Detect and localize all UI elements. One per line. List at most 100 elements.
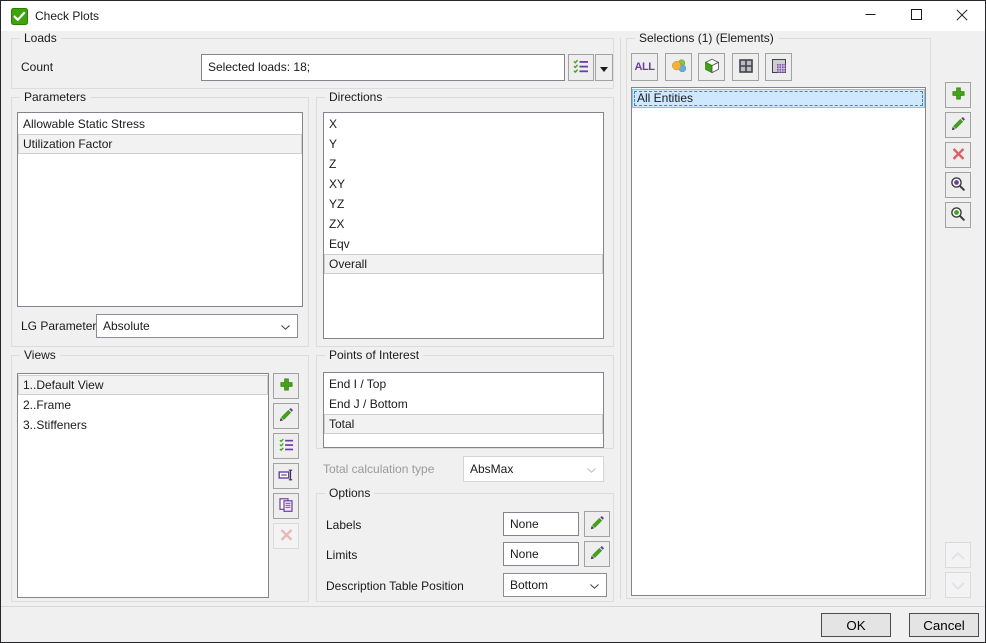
checklist-icon: [279, 437, 294, 455]
total-calculation-type-combo: AbsMax: [463, 456, 604, 482]
cancel-button[interactable]: Cancel: [909, 613, 979, 637]
selections-group-label: Selections (1) (Elements): [635, 31, 778, 46]
chevron-down-icon: [281, 319, 290, 333]
close-button[interactable]: [939, 1, 985, 31]
add-view-button[interactable]: [273, 373, 299, 399]
pencil-icon: [950, 116, 966, 135]
select-by-color-button[interactable]: [665, 53, 692, 81]
count-label: Count: [21, 60, 53, 75]
views-list: 1..Default View 2..Frame 3..Stiffeners: [17, 373, 269, 598]
points-of-interest-list: End I / Top End J / Bottom Total: [323, 372, 604, 448]
pencil-icon: [278, 407, 294, 426]
app-check-icon: [11, 8, 28, 25]
loads-checklist-button[interactable]: [568, 54, 594, 81]
minimize-icon: [865, 9, 876, 23]
parameter-item-selected[interactable]: Utilization Factor: [18, 134, 302, 154]
delete-icon: [951, 146, 966, 164]
parameters-list: Allowable Static Stress Utilization Fact…: [17, 112, 303, 307]
selected-loads-field[interactable]: Selected loads: 18;: [201, 54, 565, 81]
poi-item[interactable]: End I / Top: [324, 374, 603, 394]
delete-selection-button[interactable]: [945, 142, 971, 168]
chevron-down-icon: [590, 578, 599, 592]
rename-view-button[interactable]: [273, 463, 299, 489]
directions-list: X Y Z XY YZ ZX Eqv Overall: [323, 112, 604, 339]
select-window-button[interactable]: [732, 53, 759, 81]
pencil-icon: [589, 515, 605, 534]
delete-view-button: [273, 523, 299, 549]
ok-button[interactable]: OK: [821, 613, 891, 637]
parameter-item[interactable]: Allowable Static Stress: [18, 114, 302, 134]
select-3d-button[interactable]: [698, 53, 725, 81]
direction-item[interactable]: X: [324, 114, 603, 134]
titlebar: Check Plots: [1, 1, 985, 31]
loads-group-label: Loads: [20, 31, 61, 46]
minimize-button[interactable]: [847, 1, 893, 31]
total-calculation-type-value: AbsMax: [470, 462, 513, 476]
pencil-icon: [589, 545, 605, 564]
edit-labels-button[interactable]: [584, 511, 610, 537]
edit-limits-button[interactable]: [584, 541, 610, 567]
limits-label: Limits: [326, 548, 357, 563]
description-table-position-combo[interactable]: Bottom: [503, 573, 607, 597]
zoom-purple-button[interactable]: [945, 172, 971, 198]
magnifier-purple-icon: [950, 176, 966, 195]
lg-parameter-value: Absolute: [103, 319, 150, 333]
rename-icon: [278, 467, 294, 486]
view-item-selected[interactable]: 1..Default View: [18, 375, 268, 395]
view-item[interactable]: 3..Stiffeners: [18, 415, 268, 435]
selections-list: All Entities: [631, 87, 926, 596]
all-text-icon: ALL: [635, 61, 655, 73]
vertical-divider: [620, 38, 621, 599]
move-down-button: [945, 572, 971, 598]
zoom-green-button[interactable]: [945, 202, 971, 228]
close-icon: [956, 9, 968, 24]
lg-parameter-combo[interactable]: Absolute: [96, 314, 298, 338]
copy-view-button[interactable]: [273, 493, 299, 519]
direction-item[interactable]: YZ: [324, 194, 603, 214]
edit-view-button[interactable]: [273, 403, 299, 429]
view-checklist-button[interactable]: [273, 433, 299, 459]
points-of-interest-group-label: Points of Interest: [325, 348, 423, 363]
move-up-button: [945, 542, 971, 568]
spheres-icon: [671, 58, 687, 77]
edit-selection-button[interactable]: [945, 112, 971, 138]
dropdown-arrow-icon: [600, 60, 608, 75]
direction-item[interactable]: XY: [324, 174, 603, 194]
plus-icon: [951, 86, 966, 104]
description-table-position-value: Bottom: [510, 578, 548, 592]
chevron-down-icon: [587, 462, 596, 476]
select-table-button[interactable]: [765, 53, 792, 81]
limits-field[interactable]: None: [503, 542, 579, 566]
maximize-icon: [911, 9, 922, 23]
directions-group-label: Directions: [325, 90, 386, 105]
copy-icon: [278, 497, 294, 516]
select-all-button[interactable]: ALL: [631, 53, 658, 81]
labels-field[interactable]: None: [503, 512, 579, 536]
direction-item[interactable]: Y: [324, 134, 603, 154]
labels-label: Labels: [326, 518, 361, 533]
direction-item-selected[interactable]: Overall: [324, 254, 603, 274]
loads-dropdown-button[interactable]: [595, 54, 613, 81]
cube-icon: [704, 58, 720, 77]
selection-item-selected[interactable]: All Entities: [632, 89, 925, 108]
add-selection-button[interactable]: [945, 82, 971, 108]
direction-item[interactable]: Eqv: [324, 234, 603, 254]
total-calculation-type-label: Total calculation type: [323, 462, 434, 477]
poi-item[interactable]: End J / Bottom: [324, 394, 603, 414]
checklist-icon: [573, 58, 589, 77]
lg-parameter-label: LG Parameter: [21, 319, 96, 334]
window-title: Check Plots: [35, 9, 99, 24]
view-item[interactable]: 2..Frame: [18, 395, 268, 415]
poi-item-selected[interactable]: Total: [324, 414, 603, 434]
check-plots-dialog: Check Plots Loads Count Selected loads: …: [0, 0, 986, 643]
direction-item[interactable]: Z: [324, 154, 603, 174]
delete-icon: [279, 527, 294, 545]
table-grid-icon: [771, 58, 787, 77]
direction-item[interactable]: ZX: [324, 214, 603, 234]
chevron-up-icon: [951, 548, 965, 563]
plus-icon: [279, 377, 294, 395]
parameters-group-label: Parameters: [20, 90, 90, 105]
window-grid-icon: [738, 58, 754, 77]
maximize-button[interactable]: [893, 1, 939, 31]
magnifier-green-icon: [950, 206, 966, 225]
